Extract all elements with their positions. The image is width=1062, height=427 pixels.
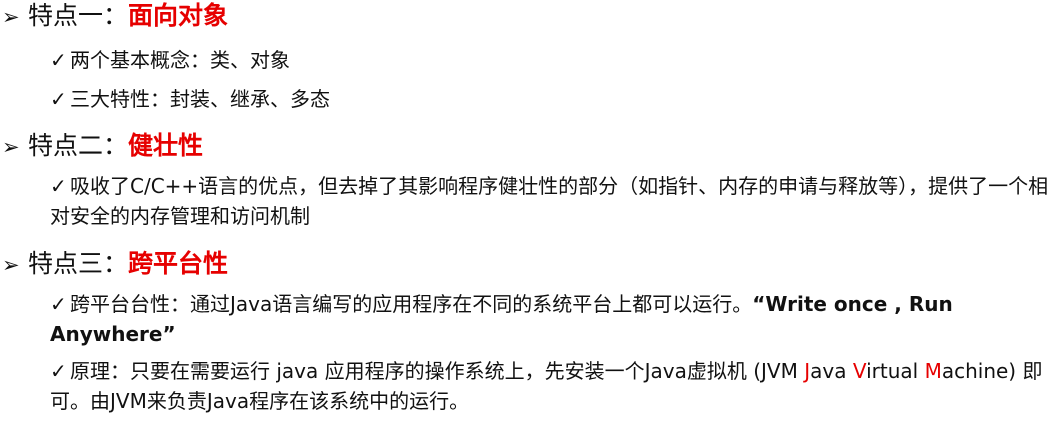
section-topic: 面向对象 [128,1,229,30]
section-label: 特点二： [28,131,129,160]
bullet-text: 原理：只要在需要运行 java 应用程序的操作系统上，先安装一个Java虚拟机 … [70,359,805,383]
section-label: 特点三： [28,249,129,278]
checkmark-icon: ✓ [50,174,67,198]
slide: ➢ 特点一：面向对象 ✓ 两个基本概念：类、对象 ✓ 三大特性：封装、继承、多态 ➢ 特… [0,0,1062,427]
arrow-bullet-icon: ➢ [2,135,20,159]
bullet-item: ✓ 跨平台台性：通过Java语言编写的应用程序在不同的系统平台上都可以运行。“Wr… [50,289,1055,349]
bullet-text: 三大特性：封装、继承、多态 [70,87,330,111]
bullet-text: 跨平台台性：通过Java语言编写的应用程序在不同的系统平台上都可以运行。 [70,292,753,316]
jvm-letter-m: M [924,359,942,383]
bullet-item: ✓ 两个基本概念：类、对象 [50,45,290,75]
bullet-item: ✓ 原理：只要在需要运行 java 应用程序的操作系统上，先安装一个Java虚拟机… [50,356,1055,416]
section-heading-1: ➢ 特点一：面向对象 [2,0,228,33]
section-heading-2: ➢ 特点二：健壮性 [2,130,203,163]
section-topic: 跨平台性 [128,249,229,278]
bullet-text-part: ava [810,359,853,383]
arrow-bullet-icon: ➢ [2,253,20,277]
jvm-letter-v: V [852,359,867,383]
bullet-text-part: irtual [866,359,925,383]
bullet-item: ✓ 吸收了C/C++语言的优点，但去掉了其影响程序健壮性的部分（如指针、内存的申请… [50,171,1055,231]
checkmark-icon: ✓ [50,48,67,72]
checkmark-icon: ✓ [50,292,67,316]
bullet-item: ✓ 三大特性：封装、继承、多态 [50,84,330,114]
section-heading-3: ➢ 特点三：跨平台性 [2,248,228,281]
section-topic: 健壮性 [128,131,204,160]
checkmark-icon: ✓ [50,87,67,111]
bullet-text: 吸收了C/C++语言的优点，但去掉了其影响程序健壮性的部分（如指针、内存的申请与… [50,174,1049,228]
arrow-bullet-icon: ➢ [2,5,20,29]
bullet-text: 两个基本概念：类、对象 [70,48,290,72]
checkmark-icon: ✓ [50,359,67,383]
section-label: 特点一： [28,1,129,30]
